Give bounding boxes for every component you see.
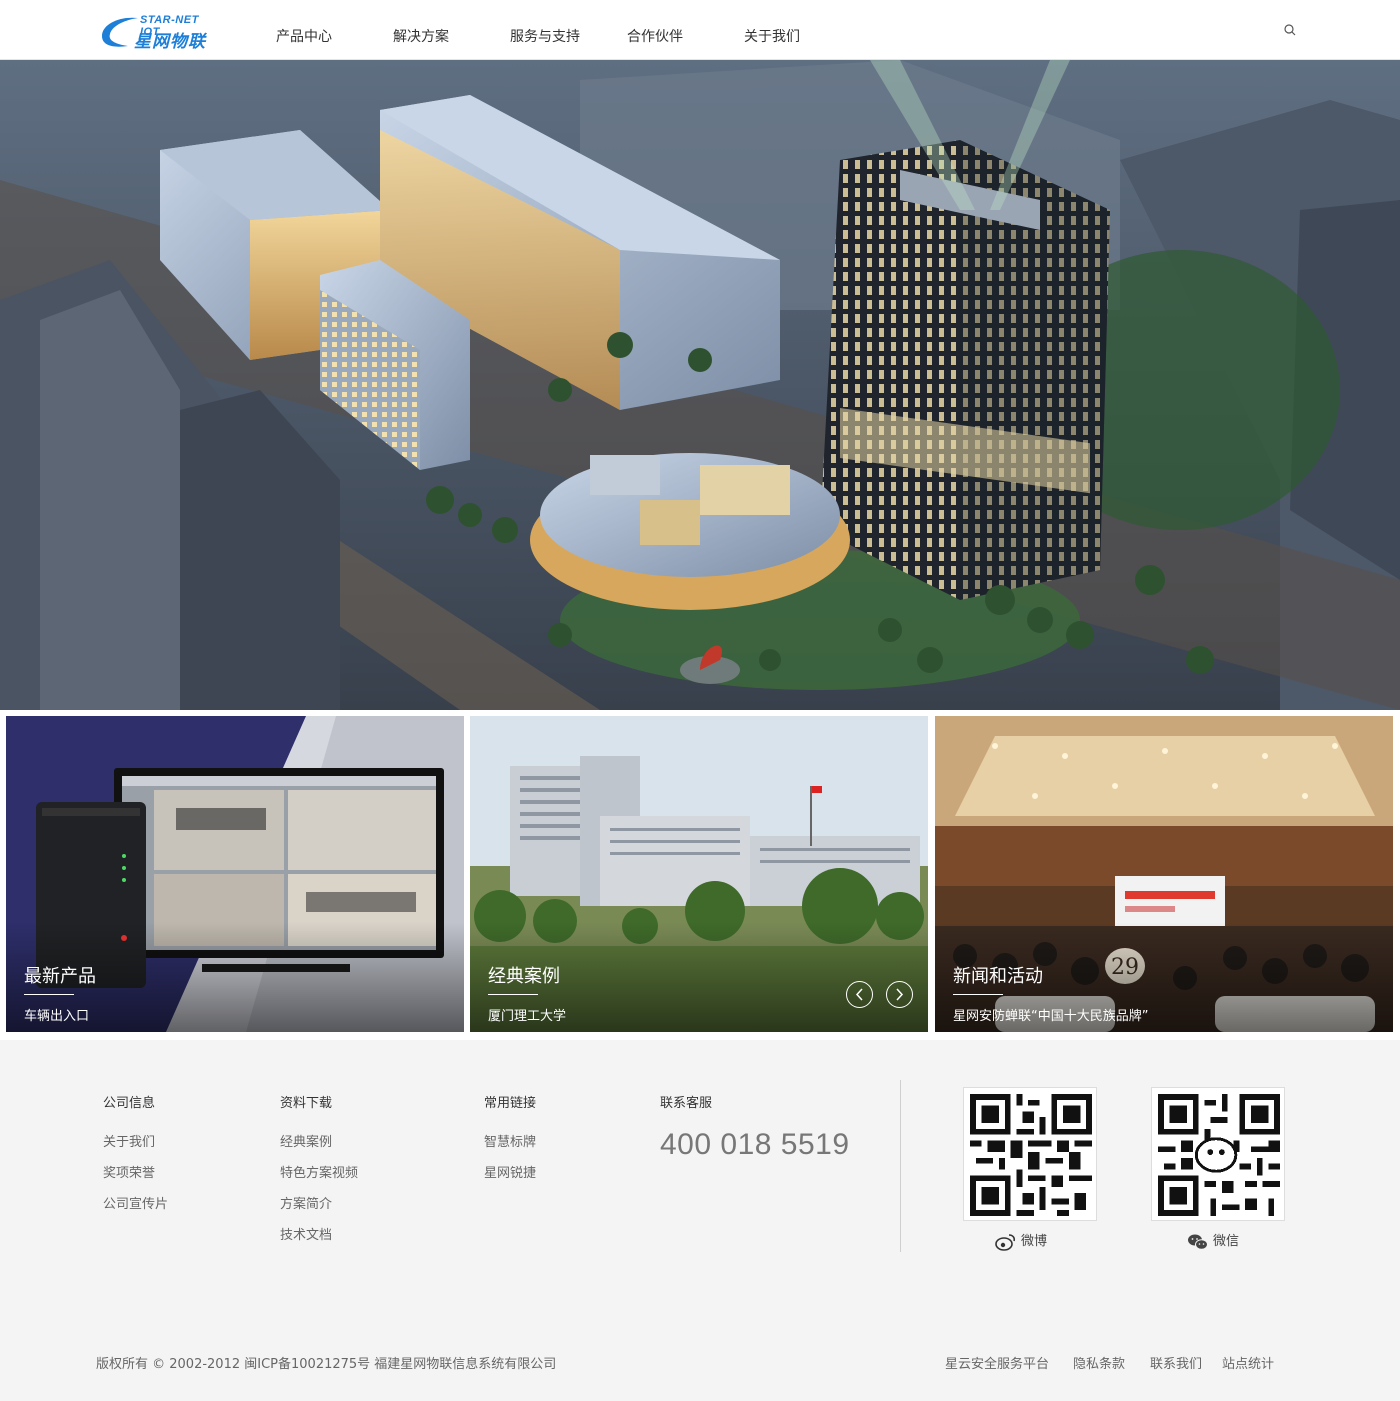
qr-code-icon xyxy=(970,1094,1092,1216)
feature-cards: 最新产品 车辆出入口 经典案例 厦门理工大学 新闻和活动 星网安防蝉联“中国十大… xyxy=(0,710,1400,1040)
card-title: 最新产品 xyxy=(24,966,96,987)
footer-link-promo-video[interactable]: 公司宣传片 xyxy=(103,1193,168,1212)
customer-service-phone[interactable]: 400 018 5519 xyxy=(660,1128,850,1162)
footer-title-links: 常用链接 xyxy=(484,1096,537,1111)
card-underline xyxy=(24,994,74,995)
qr-code-icon xyxy=(1158,1094,1280,1216)
carousel-next-button[interactable] xyxy=(886,981,913,1008)
footer-link-awards[interactable]: 奖项荣誉 xyxy=(103,1162,155,1181)
site-header: STAR-NET IOT 星网物联 产品中心 解决方案 服务与支持 合作伙伴 关… xyxy=(0,0,1400,60)
nav-item-solutions[interactable]: 解决方案 xyxy=(393,26,449,46)
weibo-qr-code xyxy=(963,1087,1097,1221)
footer-divider xyxy=(900,1080,901,1252)
nav-item-partners[interactable]: 合作伙伴 xyxy=(627,26,683,46)
card-classic-cases[interactable]: 经典案例 厦门理工大学 xyxy=(470,716,928,1032)
wechat-link[interactable]: 微信 xyxy=(1187,1230,1239,1251)
card-title: 新闻和活动 xyxy=(953,966,1043,987)
footer-title-contact: 联系客服 xyxy=(660,1096,713,1111)
footer-link-smart-signage[interactable]: 智慧标牌 xyxy=(484,1131,536,1150)
footer-link-solution-brief[interactable]: 方案简介 xyxy=(280,1193,332,1212)
footer-link-cases[interactable]: 经典案例 xyxy=(280,1131,332,1150)
bottom-link-cloud-security[interactable]: 星云安全服务平台 xyxy=(945,1353,1049,1372)
footer-link-ruijie[interactable]: 星网锐捷 xyxy=(484,1162,536,1181)
wechat-label: 微信 xyxy=(1213,1234,1240,1249)
wechat-icon xyxy=(1188,1234,1208,1250)
footer-title-downloads: 资料下载 xyxy=(280,1096,333,1111)
copyright-text: 版权所有 © 2002-2012 闽ICP备10021275号 福建星网物联信息… xyxy=(96,1357,557,1372)
card-news-events[interactable]: 29 新闻和活动 星网安防蝉联“中国十大民族品牌” xyxy=(935,716,1393,1032)
hero-banner-image xyxy=(0,60,1400,710)
card-underline xyxy=(488,994,538,995)
carousel-prev-button[interactable] xyxy=(846,981,873,1008)
card-subtitle[interactable]: 星网安防蝉联“中国十大民族品牌” xyxy=(953,1005,1148,1024)
logo-text-cn: 星网物联 xyxy=(134,32,206,52)
card-underline xyxy=(953,994,1003,995)
bottom-link-contact[interactable]: 联系我们 xyxy=(1150,1353,1202,1372)
footer-title-company: 公司信息 xyxy=(103,1096,156,1111)
weibo-link[interactable]: 微博 xyxy=(995,1230,1047,1251)
card-title: 经典案例 xyxy=(488,966,560,987)
footer-link-about[interactable]: 关于我们 xyxy=(103,1131,155,1150)
card-latest-products[interactable]: 最新产品 车辆出入口 xyxy=(6,716,464,1032)
footer-link-solution-videos[interactable]: 特色方案视频 xyxy=(280,1162,358,1181)
weibo-label: 微博 xyxy=(1021,1234,1048,1249)
bottom-link-privacy[interactable]: 隐私条款 xyxy=(1073,1353,1125,1372)
weibo-icon xyxy=(995,1233,1016,1251)
card-subtitle[interactable]: 厦门理工大学 xyxy=(488,1005,566,1024)
wechat-qr-code xyxy=(1151,1087,1285,1221)
nav-item-products[interactable]: 产品中心 xyxy=(276,26,332,46)
brand-logo[interactable]: STAR-NET IOT 星网物联 xyxy=(100,12,212,52)
search-icon[interactable] xyxy=(1283,23,1297,37)
nav-item-about-us[interactable]: 关于我们 xyxy=(744,26,800,46)
chevron-right-icon xyxy=(896,988,904,1001)
nav-item-service-support[interactable]: 服务与支持 xyxy=(510,26,580,46)
chevron-left-icon xyxy=(855,988,863,1001)
footer-link-tech-docs[interactable]: 技术文档 xyxy=(280,1224,332,1243)
card-subtitle[interactable]: 车辆出入口 xyxy=(24,1005,89,1024)
bottom-link-statistics[interactable]: 站点统计 xyxy=(1222,1353,1274,1372)
site-footer: 公司信息 关于我们 奖项荣誉 公司宣传片 资料下载 经典案例 特色方案视频 方案… xyxy=(0,1040,1400,1401)
